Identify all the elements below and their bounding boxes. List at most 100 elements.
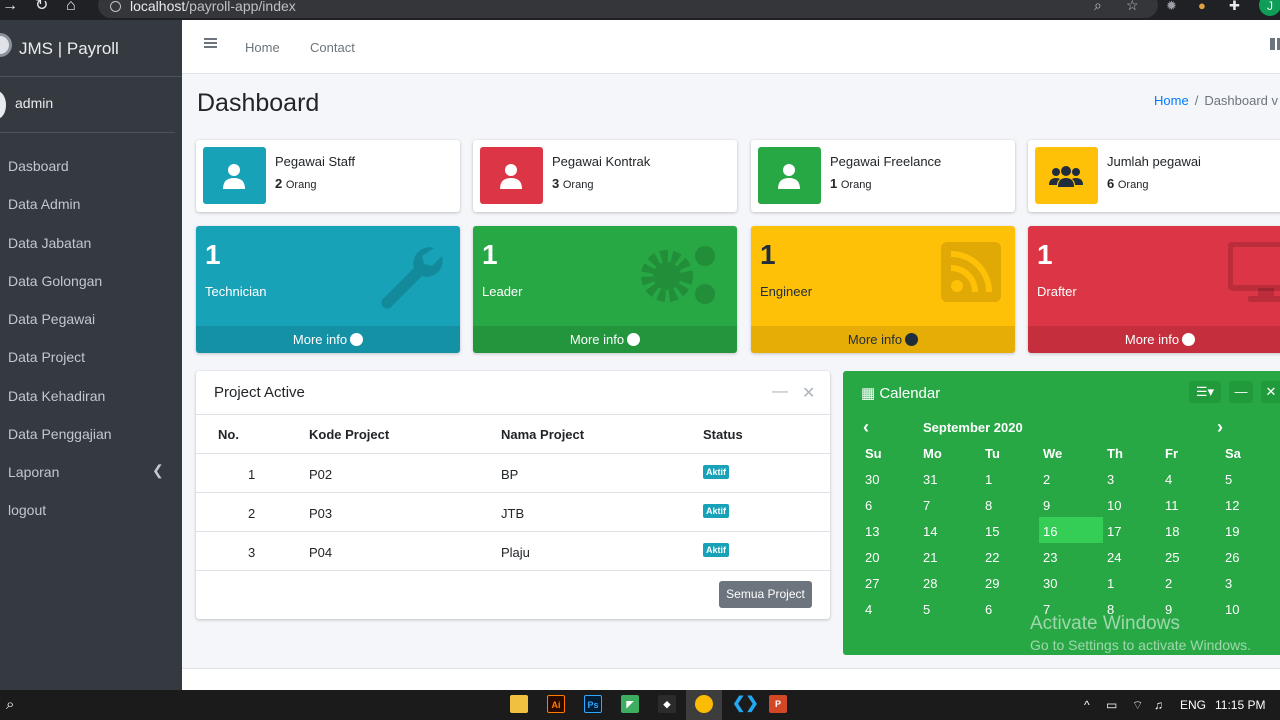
calendar-day[interactable]: 4 [1165, 472, 1172, 487]
reload-icon[interactable]: ↻ [35, 0, 48, 14]
more-info-link[interactable]: More info [473, 326, 737, 353]
calendar-day[interactable]: 16 [1043, 524, 1057, 539]
app-dark-icon[interactable]: ◆ [658, 695, 676, 713]
sidebar-item-data-pegawai[interactable]: Data Pegawai [0, 301, 182, 337]
calendar-day[interactable]: 15 [985, 524, 999, 539]
home-icon[interactable]: ⌂ [66, 0, 76, 14]
calendar-day[interactable]: 21 [923, 550, 937, 565]
next-month-icon[interactable]: › [1217, 417, 1223, 438]
info-box-value: 6 Orang [1107, 176, 1149, 191]
calendar-day[interactable]: 5 [1225, 472, 1232, 487]
calendar-day[interactable]: 8 [985, 498, 992, 513]
semua-project-button[interactable]: Semua Project [719, 581, 812, 608]
calendar-day[interactable]: 29 [985, 576, 999, 591]
calendar-day[interactable]: 18 [1165, 524, 1179, 539]
sidebar-item-data-golongan[interactable]: Data Golongan [0, 263, 182, 299]
battery-icon[interactable]: ▭ [1106, 698, 1117, 712]
calendar-day[interactable]: 17 [1107, 524, 1121, 539]
close-icon[interactable]: ✕ [802, 383, 815, 403]
sidebar-item-dashboard[interactable]: Dasboard [0, 148, 182, 184]
illustrator-icon[interactable]: Ai [547, 695, 565, 713]
extensions-puzzle-icon[interactable]: ✚ [1229, 0, 1240, 14]
brand-link[interactable]: JMS | Payroll [0, 20, 182, 77]
desktop-icon [1228, 242, 1280, 302]
calendar-day[interactable]: 3 [1225, 576, 1232, 591]
cell-nama: JTB [501, 506, 525, 521]
nav-home-link[interactable]: Home [245, 40, 280, 55]
calendar-day[interactable]: 9 [1043, 498, 1050, 513]
calendar-day[interactable]: 13 [865, 524, 879, 539]
calendar-day[interactable]: 20 [865, 550, 879, 565]
calendar-day[interactable]: 5 [923, 602, 930, 617]
sidebar-item-data-jabatan[interactable]: Data Jabatan [0, 225, 182, 261]
more-info-link[interactable]: More info [196, 326, 460, 353]
minus-icon[interactable]: — [1229, 381, 1253, 403]
sidebar-item-laporan[interactable]: Laporan ❮ [0, 454, 182, 490]
minus-icon[interactable]: — [772, 383, 788, 401]
calendar-day[interactable]: 23 [1043, 550, 1057, 565]
calendar-day[interactable]: 14 [923, 524, 937, 539]
calendar-day[interactable]: 11 [1165, 498, 1179, 513]
calendar-day[interactable]: 6 [865, 498, 872, 513]
extension-gear-icon[interactable]: ✹ [1166, 0, 1177, 14]
calendar-day[interactable]: 27 [865, 576, 879, 591]
profile-avatar[interactable]: J [1259, 0, 1280, 16]
calendar-day[interactable]: 6 [985, 602, 992, 617]
close-icon[interactable]: ✕ [1261, 381, 1280, 403]
calendar-day[interactable]: 2 [1165, 576, 1172, 591]
prev-month-icon[interactable]: ‹ [863, 417, 869, 438]
sidebar-item-label: Laporan [8, 464, 60, 480]
file-explorer-icon[interactable] [510, 695, 528, 713]
table-header: No. [218, 427, 239, 442]
sidebar-item-logout[interactable]: logout [0, 492, 182, 528]
calendar-day[interactable]: 19 [1225, 524, 1239, 539]
calendar-day[interactable]: 10 [1225, 602, 1239, 617]
calendar-menu-button[interactable]: ☰▾ [1189, 381, 1221, 403]
chevron-up-icon[interactable]: ^ [1084, 698, 1090, 712]
clock[interactable]: 11:15 PM [1215, 698, 1265, 712]
nav-contact-link[interactable]: Contact [310, 40, 355, 55]
sidebar-item-data-penggajian[interactable]: Data Penggajian [0, 416, 182, 452]
sidebar-item-data-kehadiran[interactable]: Data Kehadiran [0, 378, 182, 414]
powerpoint-icon[interactable]: P [769, 695, 787, 713]
more-info-link[interactable]: More info [1028, 326, 1280, 353]
extension-cookie-icon[interactable]: ● [1198, 0, 1206, 13]
small-box-count: 1 [205, 239, 221, 270]
vscode-icon[interactable]: ❮❯ [732, 695, 759, 713]
user-panel[interactable]: admin [0, 77, 175, 133]
sidebar-item-data-admin[interactable]: Data Admin [0, 186, 182, 222]
zoom-icon[interactable]: ⌕ [1094, 0, 1102, 14]
chrome-icon[interactable] [695, 695, 713, 713]
bookmark-star-icon[interactable]: ☆ [1126, 0, 1139, 14]
calendar-day[interactable]: 1 [985, 472, 992, 487]
back-icon[interactable]: → [2, 0, 18, 14]
calendar-day[interactable]: 28 [923, 576, 937, 591]
calendar-day[interactable]: 24 [1107, 550, 1121, 565]
calendar-day[interactable]: 22 [985, 550, 999, 565]
address-bar[interactable]: localhost/payroll-app/index ⌕ ☆ [98, 0, 1158, 18]
calendar-day[interactable]: 10 [1107, 498, 1121, 513]
search-icon[interactable]: ⌕ [6, 696, 14, 713]
calendar-day[interactable]: 25 [1165, 550, 1179, 565]
volume-icon[interactable]: ♫ [1154, 698, 1163, 712]
app-green-icon[interactable]: ◤ [621, 695, 639, 713]
calendar-day[interactable]: 30 [1043, 576, 1057, 591]
calendar-day[interactable]: 3 [1107, 472, 1114, 487]
calendar-day[interactable]: 12 [1225, 498, 1239, 513]
calendar-day[interactable]: 2 [1043, 472, 1050, 487]
grid-icon[interactable] [1270, 38, 1280, 50]
wifi-icon[interactable]: ⌔ [1132, 698, 1143, 713]
calendar-day[interactable]: 1 [1107, 576, 1114, 591]
menu-toggle-icon[interactable] [204, 38, 217, 48]
calendar-day[interactable]: 7 [923, 498, 930, 513]
calendar-day[interactable]: 30 [865, 472, 879, 487]
more-info-link[interactable]: More info [751, 326, 1015, 353]
info-icon[interactable] [110, 1, 121, 12]
calendar-day[interactable]: 4 [865, 602, 872, 617]
calendar-day[interactable]: 31 [923, 472, 937, 487]
breadcrumb-home-link[interactable]: Home [1154, 93, 1189, 108]
calendar-day[interactable]: 26 [1225, 550, 1239, 565]
sidebar-item-data-project[interactable]: Data Project [0, 339, 182, 375]
photoshop-icon[interactable]: Ps [584, 695, 602, 713]
language-indicator[interactable]: ENG [1180, 698, 1206, 712]
